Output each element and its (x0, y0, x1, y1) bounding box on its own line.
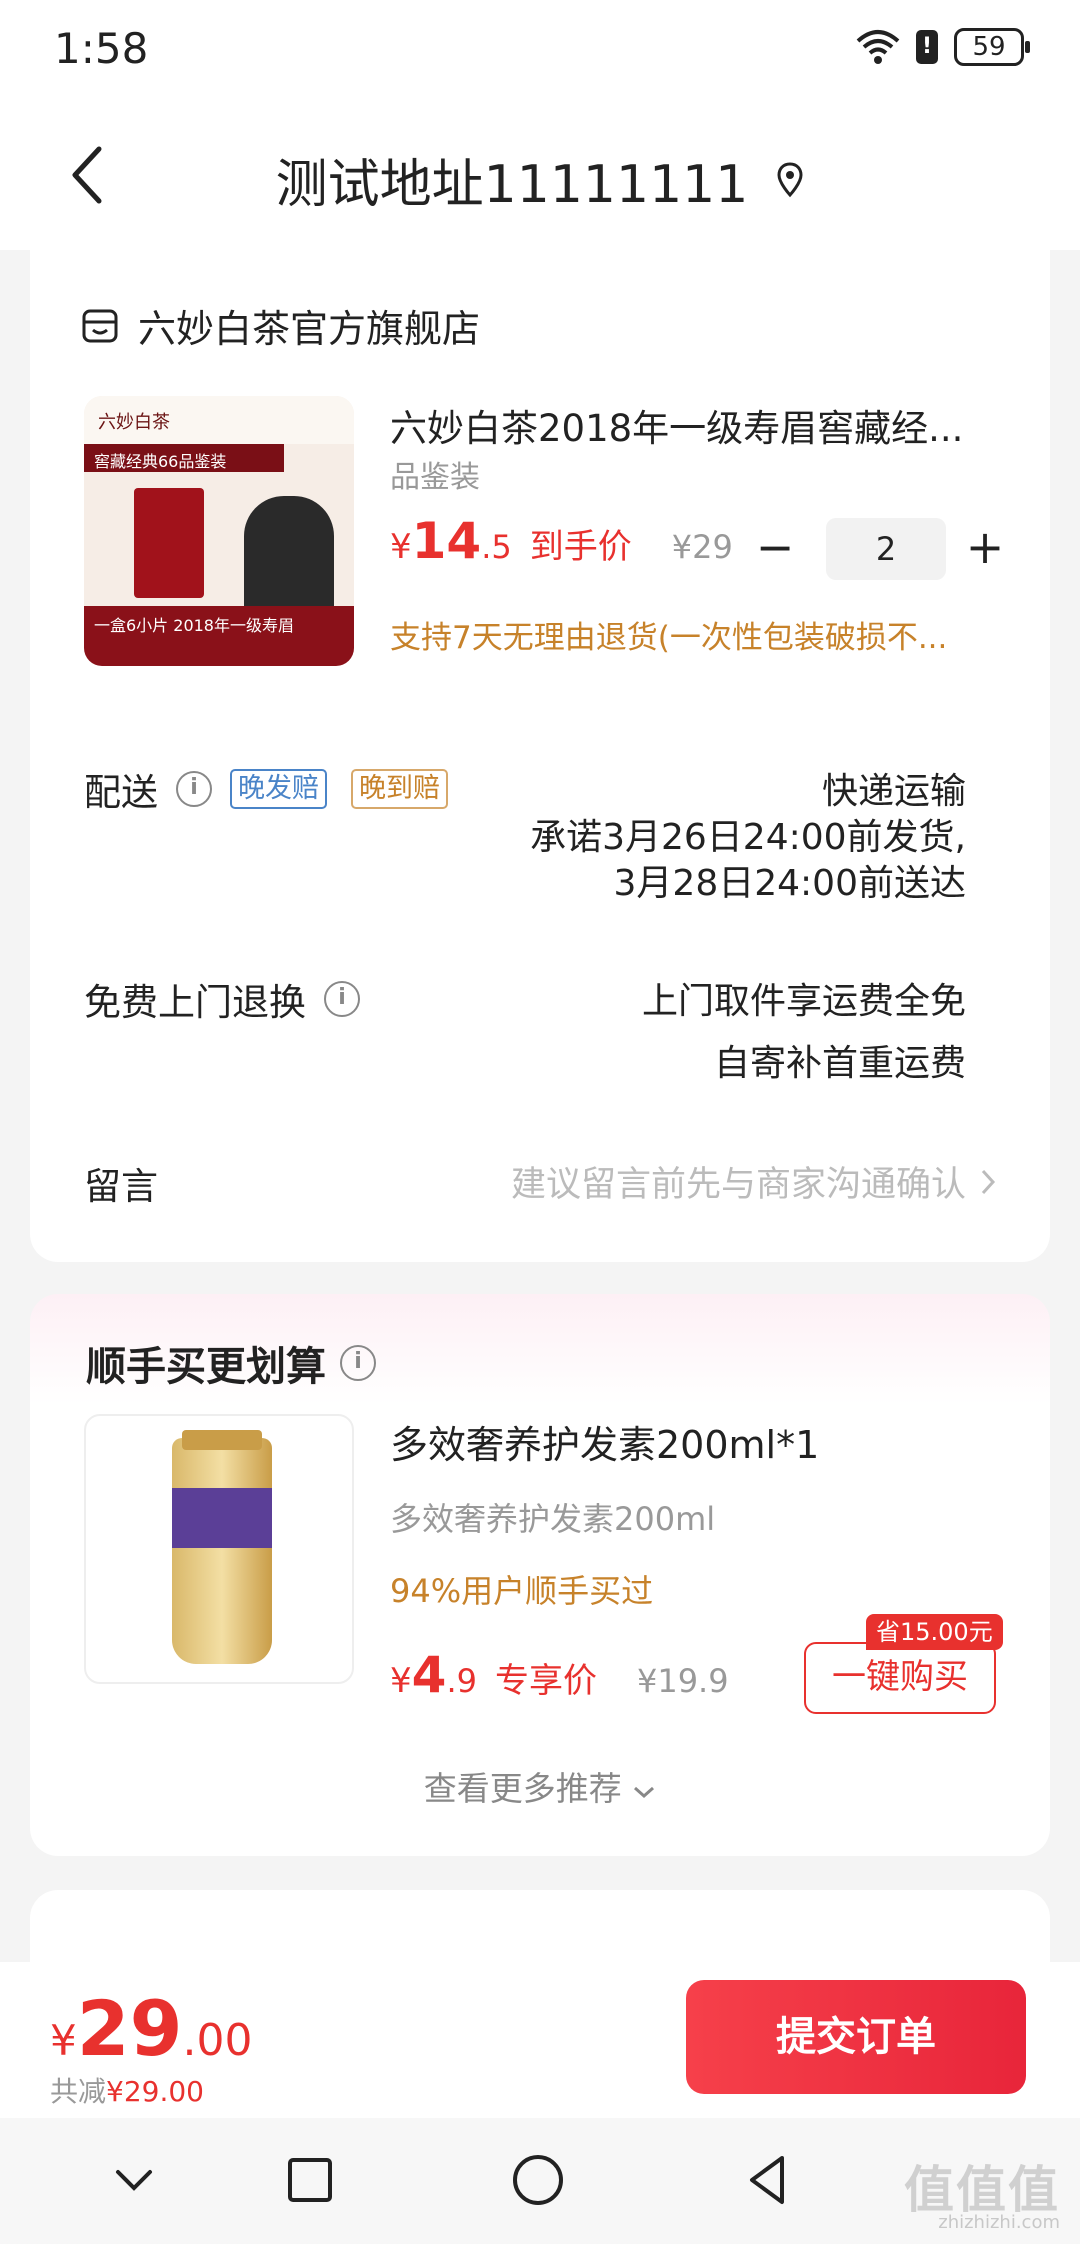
product-spec: 品鉴装 (390, 460, 480, 495)
exchange-row-label: 免费上门退换 i (84, 972, 360, 1026)
original-price: ¥19.9 (636, 1662, 729, 1700)
exchange-label: 免费上门退换 (84, 981, 306, 1024)
price-symbol: ¥ (390, 1661, 412, 1701)
recommend-title: 顺手买更划算 i (86, 1334, 376, 1392)
home-icon[interactable] (508, 2150, 568, 2210)
quantity-stepper: − 2 + (750, 518, 1010, 580)
message-input[interactable]: 建议留言前先与商家沟通确认 (511, 1156, 996, 1207)
recommend-stat: 94%用户顺手买过 (390, 1572, 654, 1610)
recent-apps-icon[interactable] (280, 2150, 340, 2210)
delivery-method: 快递运输 (821, 771, 966, 812)
recommend-card: 顺手买更划算 i 多效奢养护发素200ml*1 多效奢养护发素200ml 94%… (30, 1294, 1050, 1856)
delivery-promise-line1: 承诺3月26日24:00前发货, (530, 817, 966, 858)
status-time: 1:58 (54, 24, 149, 73)
shop-icon (82, 309, 118, 342)
recommend-price-row: ¥ 4 .9 专享价 ¥19.9 (390, 1646, 729, 1704)
status-icons: ! 59 (856, 28, 1030, 66)
price-symbol: ¥ (390, 527, 412, 567)
product-image[interactable]: 六妙白茶 窖藏经典66品鉴装 一盒6小片 2018年一级寿眉 (84, 396, 354, 666)
price-decimal: .9 (446, 1662, 477, 1700)
back-icon[interactable] (738, 2150, 798, 2210)
chevron-down-icon[interactable] (104, 2150, 164, 2210)
wifi-icon (856, 30, 900, 64)
conditioner-tube (172, 1438, 272, 1664)
quantity-input[interactable]: 2 (826, 518, 946, 580)
original-price: ¥29 (671, 528, 733, 566)
price-tag: 到手价 (529, 527, 632, 567)
message-label: 留言 (84, 1165, 158, 1208)
see-more-link[interactable]: 查看更多推荐 (30, 1762, 1050, 1810)
exchange-line1: 上门取件享运费全免 (641, 981, 966, 1022)
save-badge: 省15.00元 (866, 1614, 1003, 1650)
info-icon[interactable]: i (176, 771, 212, 807)
status-bar: 1:58 ! 59 (0, 0, 1080, 100)
shop-row[interactable]: 六妙白茶官方旗舰店 (80, 298, 480, 353)
info-icon[interactable]: i (324, 981, 360, 1017)
delivery-label: 配送 (84, 771, 158, 814)
price-integer: 4 (411, 1646, 447, 1704)
submit-order-button[interactable]: 提交订单 (686, 1980, 1026, 2094)
recommend-title-text: 顺手买更划算 (86, 1344, 326, 1390)
conditioner-tube-band (172, 1488, 272, 1548)
late-ship-badge: 晚发赔 (230, 769, 327, 809)
exchange-line2: 自寄补首重运费 (713, 1043, 966, 1084)
watermark-url: zhizhizhi.com (938, 2212, 1060, 2233)
total-decimal: .00 (182, 2015, 253, 2066)
address-title-text: 测试地址11111111 (275, 155, 749, 215)
nav-bar: 测试地址11111111 (0, 100, 1080, 250)
discount-value: ¥29.00 (106, 2075, 204, 2108)
address-title[interactable]: 测试地址11111111 (0, 142, 1080, 217)
discount-label: 共减 (50, 2075, 107, 2108)
conditioner-tube-cap (182, 1430, 262, 1450)
total-price: ¥ 29 .00 (50, 1984, 252, 2073)
location-pin-icon (777, 161, 803, 197)
checkout-bar: ¥ 29 .00 共减¥29.00 提交订单 (0, 1962, 1080, 2118)
chevron-down-icon (634, 1786, 655, 1799)
product-image-brand: 六妙白茶 (84, 396, 354, 444)
recommend-product-image[interactable] (84, 1414, 354, 1684)
delivery-promise-line2: 3月28日24:00前送达 (613, 863, 966, 904)
price-integer: 14 (411, 512, 482, 570)
alert-icon: ! (916, 30, 938, 64)
total-integer: 29 (76, 1984, 183, 2073)
delivery-row-label: 配送 i 晚发赔 晚到赔 (84, 762, 448, 816)
late-arrive-badge: 晚到赔 (351, 769, 448, 809)
one-click-buy-button[interactable]: 一键购买 (804, 1642, 996, 1714)
product-image-caption: 一盒6小片 2018年一级寿眉 (84, 606, 354, 666)
discount-info[interactable]: 共减¥29.00 (50, 2070, 204, 2110)
order-card: 六妙白茶官方旗舰店 六妙白茶 窖藏经典66品鉴装 一盒6小片 2018年一级寿眉… (30, 250, 1050, 1262)
recommend-product-name[interactable]: 多效奢养护发素200ml*1 (390, 1414, 819, 1469)
message-placeholder: 建议留言前先与商家沟通确认 (510, 1165, 966, 1205)
info-icon[interactable]: i (340, 1345, 376, 1381)
product-price-row: ¥ 14 .5 到手价 ¥29 (390, 512, 733, 570)
recommend-product-spec: 多效奢养护发素200ml (390, 1500, 716, 1538)
return-policy-note[interactable]: 支持7天无理由退货(一次性包装破损不... (390, 612, 1020, 657)
product-image-banner: 窖藏经典66品鉴装 (84, 444, 284, 472)
product-image-box (134, 488, 204, 598)
product-title[interactable]: 六妙白茶2018年一级寿眉窖藏经... (390, 398, 1010, 452)
increase-button[interactable]: + (960, 519, 1010, 579)
price-decimal: .5 (481, 528, 512, 566)
total-symbol: ¥ (50, 2016, 77, 2065)
see-more-text: 查看更多推荐 (423, 1769, 622, 1808)
decrease-button[interactable]: − (750, 519, 800, 579)
battery-icon: 59 (954, 28, 1030, 66)
price-tag: 专享价 (494, 1661, 597, 1701)
chevron-right-icon (981, 1169, 996, 1194)
shop-name: 六妙白茶官方旗舰店 (138, 307, 481, 351)
